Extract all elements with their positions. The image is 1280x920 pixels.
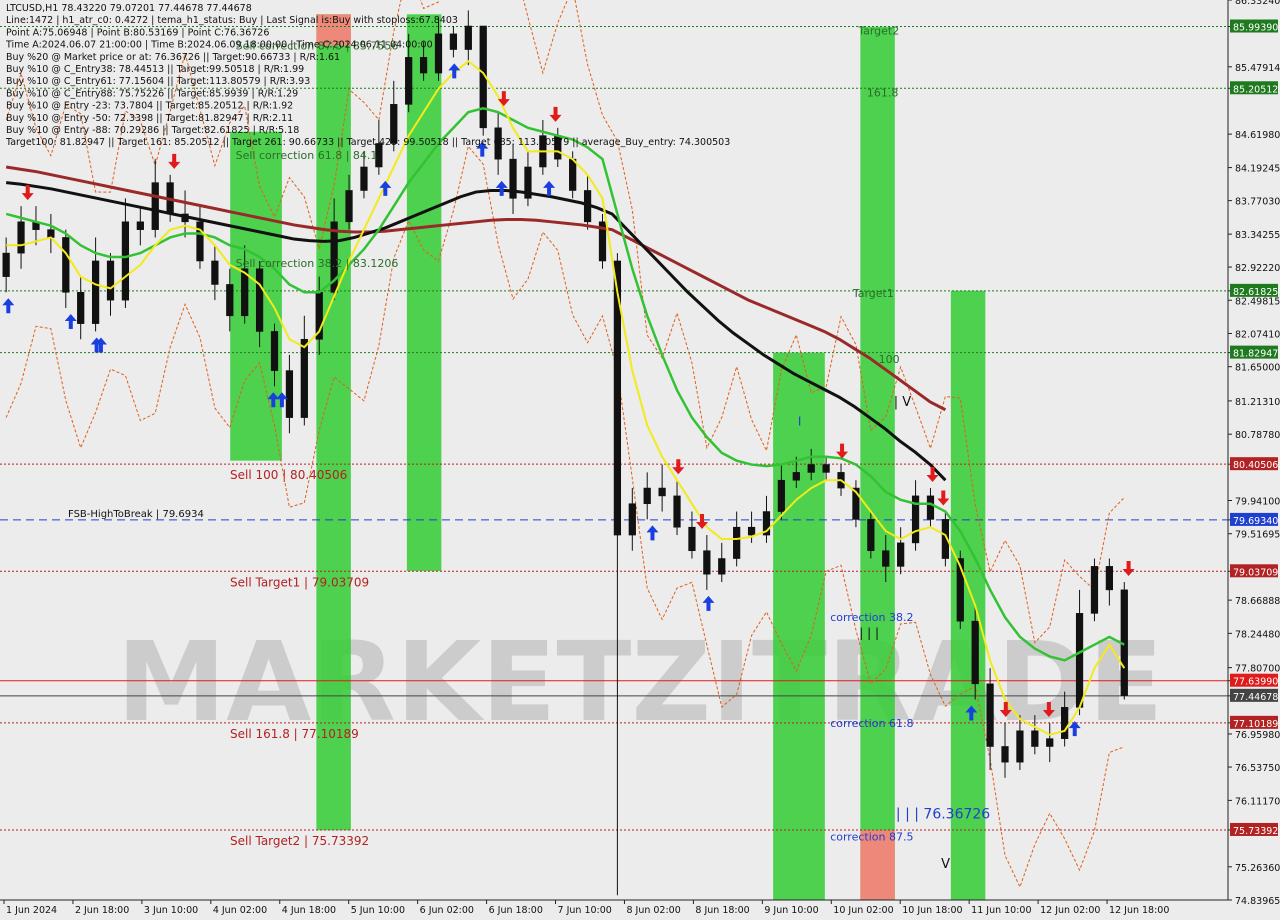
annotation-0: Target2 [857,25,899,38]
time-tick-label: 2 Jun 18:00 [75,905,129,916]
level-label-7: Sell 161.8 | 77.10189 [230,727,359,741]
annotation-7: correction 38.2 [830,611,913,624]
price-tick-label: 81.65000 [1235,363,1280,374]
info-line-9: Buy %10 @ Entry -50: 72.3398 || Target:8… [6,113,293,124]
info-line-1: Line:1472 | h1_atr_c0: 0.4272 | tema_h1_… [6,15,458,26]
time-tick-label: 6 Jun 18:00 [489,905,543,916]
time-tick-label: 12 Jun 18:00 [1109,905,1169,916]
level-label-5: FSB-HighToBreak | 79.6934 [68,509,204,520]
candle [1090,558,1099,622]
info-line-3: Time A:2024.06.07 21:00:00 | Time B:2024… [5,40,433,51]
time-tick-label: 3 Jun 10:00 [144,905,198,916]
info-line-6: Buy %10 @ C_Entry61: 77.15604 || Target:… [6,76,310,87]
price-tick-label: 76.11170 [1235,796,1280,807]
annotation-1: 161.8 [867,87,899,100]
price-tick-label: 82.92220 [1235,263,1280,274]
price-tick-label: 85.20512 [1233,84,1278,95]
info-line-0: LTCUSD,H1 78.43220 79.07201 77.44678 77.… [6,3,252,14]
price-tick-label: 80.78780 [1235,430,1280,441]
annotation-8: correction 61.8 [830,717,913,730]
price-tick-label: 76.95980 [1235,730,1280,741]
price-tick-label: 74.83965 [1235,896,1280,907]
time-tick-label: 5 Jun 10:00 [351,905,405,916]
time-tick-label: 10 Jun 18:00 [902,905,962,916]
price-tick-label: 79.69340 [1233,516,1278,527]
annotation-4: Sell correction 61.8 | 84.1 [236,149,378,162]
annotation-2: Target1 [852,287,894,300]
info-line-11: Target100: 81.82947 || Target 161: 85.20… [5,137,730,148]
time-tick-label: 7 Jun 10:00 [558,905,612,916]
info-line-5: Buy %10 @ C_Entry38: 78.44513 || Target:… [6,64,304,75]
time-tick-label: 8 Jun 02:00 [626,905,680,916]
level-label-4: Sell 100 | 80.40506 [230,468,347,482]
annotation-11: | V [894,395,912,410]
price-axis: 86.33240 85.99390 85.47914 85.20512 84.61980… [1227,0,1280,920]
zone-4 [773,352,825,900]
candle [1120,582,1128,700]
price-tick-label: 75.26360 [1235,863,1280,874]
price-tick-label: 78.24480 [1235,629,1280,640]
time-tick-label: 4 Jun 02:00 [213,905,267,916]
price-tick-label: 83.77030 [1235,197,1280,208]
price-tick-label: 77.10189 [1233,719,1278,730]
price-tick-label: 86.33240 [1235,0,1280,7]
zone-5 [860,26,895,900]
info-line-10: Buy %10 @ Entry -88: 70.29286 || Target:… [6,125,299,136]
annotation-9: correction 87.5 [830,830,913,843]
price-tick-label: 76.53750 [1235,763,1280,774]
info-line-4: Buy %20 @ Market price or at: 76.36726 |… [6,52,340,63]
info-line-2: Point A:75.06948 | Point B:80.53169 | Po… [6,27,269,38]
price-tick-label: 79.51695 [1235,530,1280,541]
info-line-7: Buy %10 @ C_Entry88: 75.75226 || Target:… [6,88,298,99]
price-tick-label: 85.99390 [1233,23,1278,34]
price-tick-label: 83.34255 [1235,230,1280,241]
time-tick-label: 1 Jun 2024 [6,905,57,916]
time-tick-label: 6 Jun 02:00 [420,905,474,916]
candle [479,25,487,136]
price-tick-label: 77.63990 [1233,677,1278,688]
price-tick-label: 81.21310 [1235,397,1280,408]
annotation-12: I [798,414,802,428]
time-tick-label: 8 Jun 18:00 [695,905,749,916]
level-label-6: Sell Target1 | 79.03709 [230,575,369,589]
price-tick-label: 77.80700 [1235,664,1280,675]
time-tick-label: 10 Jun 02:00 [833,905,893,916]
annotation-10: | | | 76.36726 [896,807,990,823]
annotation-14: V [941,857,950,872]
time-tick-label: 4 Jun 18:00 [282,905,336,916]
annotation-5: Sell correction 38.2 | 83.1206 [236,257,399,270]
price-tick-label: 79.03709 [1233,567,1278,578]
price-tick-label: 85.47914 [1235,63,1280,74]
time-tick-label: 12 Jun 02:00 [1040,905,1100,916]
time-tick-label: 11 Jun 10:00 [971,905,1031,916]
price-tick-label: 84.19245 [1235,164,1280,175]
price-tick-label: 75.73392 [1233,826,1278,837]
price-tick-label: 77.44678 [1233,692,1278,703]
candle [598,213,607,269]
price-tick-label: 78.66888 [1235,596,1280,607]
price-chart[interactable]: MARKETZITRADE Sell 100 | 80.40506FSB-Hig… [0,0,1280,920]
annotation-3: 100 [879,353,900,366]
price-tick-label: 82.49815 [1235,296,1280,307]
info-line-8: Buy %10 @ Entry -23: 73.7804 || Target:8… [6,101,293,112]
annotation-13: | | | [859,626,879,640]
price-tick-label: 79.94100 [1235,497,1280,508]
level-label-8: Sell Target2 | 75.73392 [230,834,369,848]
price-tick-label: 80.40506 [1233,460,1278,471]
price-tick-label: 84.61980 [1235,130,1280,141]
price-tick-label: 82.07410 [1235,329,1280,340]
price-tick-label: 81.82947 [1233,349,1278,360]
time-tick-label: 9 Jun 10:00 [764,905,818,916]
